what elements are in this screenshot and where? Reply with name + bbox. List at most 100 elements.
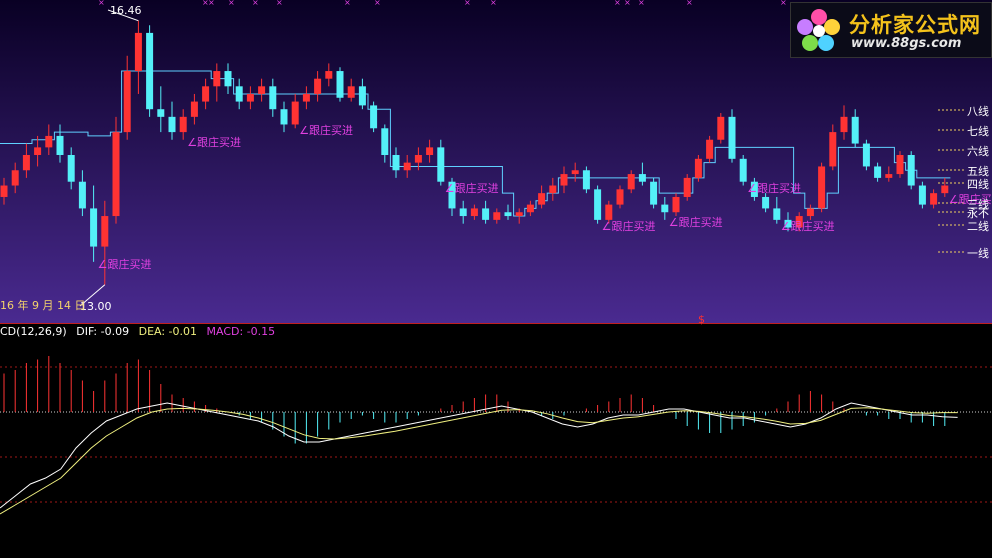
candle-body: [314, 78, 322, 94]
candle-body: [336, 71, 344, 98]
logo-title: 分析家公式网: [849, 13, 981, 37]
signal-label: ∠跟庄买进: [747, 181, 802, 195]
candle-body: [202, 86, 210, 102]
candle-body: [146, 32, 154, 110]
candle-body: [661, 204, 669, 213]
dollar-marker: $: [698, 313, 705, 326]
candle-body: [168, 116, 176, 133]
candle-body: [392, 155, 400, 171]
candle-body: [874, 166, 882, 178]
flower-icon: [797, 9, 840, 51]
candle-body: [78, 181, 86, 209]
candle-body: [34, 147, 42, 155]
signal-label: ∠跟庄买进: [299, 124, 354, 138]
candle-body: [101, 216, 109, 247]
candle-body: [806, 208, 814, 217]
candle-body: [0, 185, 8, 197]
candle-body: [907, 155, 915, 186]
macd-value: MACD: -0.15: [206, 325, 276, 338]
candle-body: [560, 174, 568, 186]
candle-body: [862, 143, 870, 167]
candle-body: [67, 155, 75, 182]
site-logo[interactable]: 分析家公式网 www.88gs.com: [790, 2, 992, 58]
candle-body: [582, 170, 590, 190]
candle-body: [459, 208, 467, 217]
candle-body: [269, 86, 277, 110]
candle-body: [638, 174, 646, 182]
chart-window: × × × × × × × × × × × × × × × 16.46 13.00 16 年 9 月 14 …: [0, 0, 992, 558]
candle-body: [403, 162, 411, 171]
top-marker: ×: [686, 0, 693, 7]
candle-body: [235, 86, 243, 102]
candle-body: [706, 139, 714, 159]
top-marker: ×: [624, 0, 631, 7]
candle-body: [762, 196, 770, 209]
candle-body: [56, 135, 64, 155]
level-label: 七线: [967, 125, 989, 138]
candle-body: [280, 109, 288, 125]
candle-body: [179, 116, 187, 133]
candle-body: [829, 132, 837, 167]
candle-body: [123, 71, 131, 133]
macd-panel-bg: [0, 323, 992, 558]
candle-body: [347, 86, 355, 98]
signal-label: ∠跟庄买进: [97, 257, 152, 271]
candle-body: [291, 101, 299, 125]
candle-body: [246, 93, 254, 102]
candle-body: [549, 185, 557, 194]
signal-label: ∠跟庄买进: [444, 181, 499, 195]
candle-body: [45, 135, 53, 148]
candle-body: [739, 158, 747, 182]
candle-body: [538, 193, 546, 205]
candle-body: [470, 208, 478, 217]
candle-body: [493, 212, 501, 220]
candle-body: [504, 212, 512, 217]
candle-body: [616, 189, 624, 205]
level-label: 八线: [967, 105, 989, 118]
candle-body: [728, 116, 736, 159]
candle-body: [134, 32, 142, 72]
candle-body: [885, 174, 893, 178]
candle-body: [896, 155, 904, 175]
candle-body: [526, 204, 534, 213]
macd-header: CD(12,26,9) DIF: -0.09 DEA: -0.01 MACD: …: [0, 325, 281, 338]
logo-url: www.88gs.com: [851, 36, 962, 51]
candle-body: [370, 105, 378, 129]
candle-body: [818, 166, 826, 209]
candle-body: [437, 147, 445, 182]
signal-label: ∠跟庄买进: [601, 219, 656, 233]
candle-body: [302, 93, 310, 102]
candle-body: [851, 116, 859, 144]
top-marker: ×: [208, 0, 215, 7]
candle-body: [840, 116, 848, 133]
candle-body: [571, 170, 579, 175]
candle-body: [112, 132, 120, 217]
candle-body: [650, 181, 658, 205]
top-marker: ×: [374, 0, 381, 7]
candle-body: [213, 71, 221, 87]
candle-body: [414, 155, 422, 163]
candle-body: [325, 71, 333, 79]
level-label: 一线: [967, 247, 989, 260]
candle-body: [694, 158, 702, 178]
top-marker: ×: [252, 0, 259, 7]
candle-body: [90, 208, 98, 247]
candle-body: [190, 101, 198, 117]
candle-body: [358, 86, 366, 106]
level-label: 二线: [967, 220, 989, 233]
signal-label: ∠跟庄买进: [187, 135, 242, 149]
top-marker: ×: [228, 0, 235, 7]
candle-body: [930, 193, 938, 205]
dif-value: DIF: -0.09: [76, 325, 130, 338]
candle-body: [918, 185, 926, 205]
candle-body: [482, 208, 490, 220]
level-label: 六线: [967, 145, 989, 158]
candle-body: [672, 196, 680, 213]
top-marker: ×: [780, 0, 787, 7]
candle-body: [627, 174, 635, 190]
top-marker: ×: [614, 0, 621, 7]
signal-label: ∠跟庄买进: [668, 215, 723, 229]
candle-body: [258, 86, 266, 94]
candle-body: [773, 208, 781, 220]
top-marker: ×: [464, 0, 471, 7]
